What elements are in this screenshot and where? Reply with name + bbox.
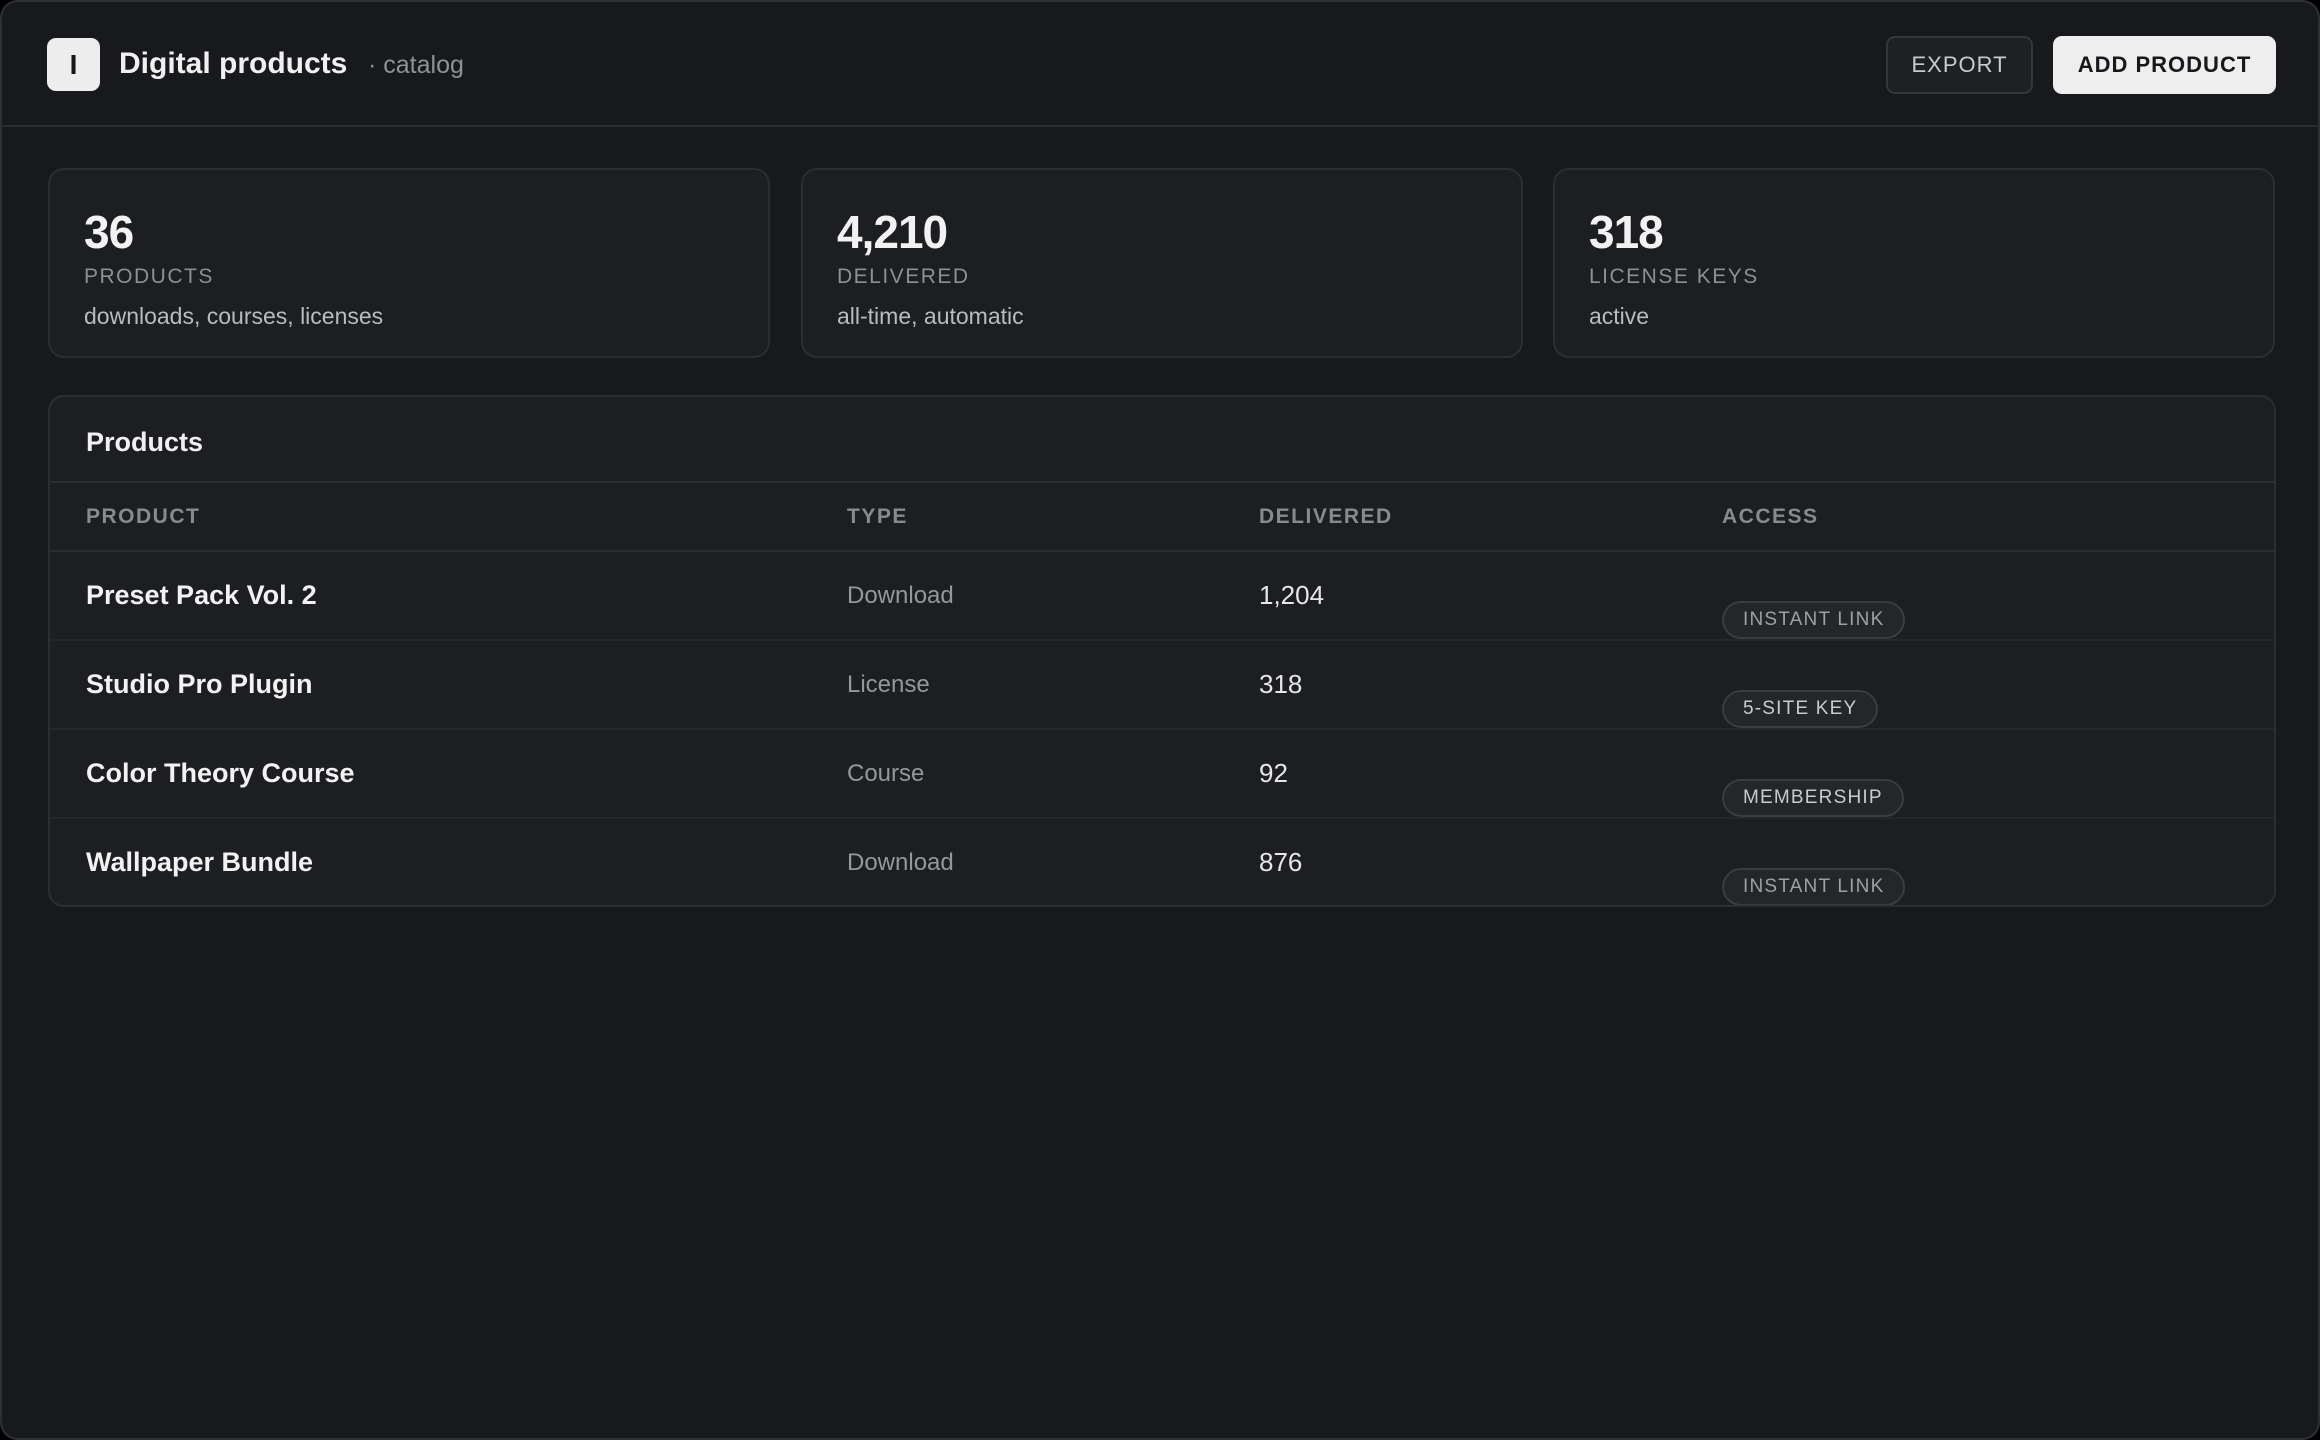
table-row[interactable]: Wallpaper Bundle Download 876 INSTANT LI…	[50, 819, 2274, 905]
products-panel: Products PRODUCT TYPE DELIVERED ACCESS P…	[48, 395, 2276, 907]
product-type: Download	[847, 582, 954, 609]
stat-card-delivered: 4,210 DELIVERED all-time, automatic	[801, 168, 1523, 358]
stat-card-products: 36 PRODUCTS downloads, courses, licenses	[48, 168, 770, 358]
page-title: Digital products	[119, 47, 348, 80]
table-row[interactable]: Preset Pack Vol. 2 Download 1,204 INSTAN…	[50, 552, 2274, 641]
product-type: License	[847, 671, 930, 698]
column-header-type[interactable]: TYPE	[847, 483, 908, 550]
stat-value: 36	[84, 206, 134, 258]
product-name[interactable]: Preset Pack Vol. 2	[86, 552, 317, 639]
access-badge: INSTANT LINK	[1722, 844, 1906, 905]
app-window: I Digital products · catalog EXPORT ADD …	[0, 0, 2320, 1440]
access-badge-label: 5-SITE KEY	[1722, 690, 1879, 728]
stat-card-license-keys: 318 LICENSE KEYS active	[1553, 168, 2275, 358]
stat-description: downloads, courses, licenses	[84, 303, 384, 329]
product-name[interactable]: Studio Pro Plugin	[86, 641, 312, 728]
access-badge-label: INSTANT LINK	[1722, 868, 1906, 905]
access-badge-label: MEMBERSHIP	[1722, 779, 1904, 817]
stat-label: DELIVERED	[837, 265, 970, 288]
table-header: PRODUCT TYPE DELIVERED ACCESS	[50, 481, 2274, 552]
stat-description: active	[1589, 303, 1650, 329]
stat-value: 318	[1589, 206, 1664, 258]
product-delivered: 876	[1259, 847, 1303, 877]
product-name[interactable]: Wallpaper Bundle	[86, 819, 313, 905]
product-name[interactable]: Color Theory Course	[86, 730, 355, 817]
table-row[interactable]: Studio Pro Plugin License 318 5-SITE KEY	[50, 641, 2274, 730]
add-product-button[interactable]: ADD PRODUCT	[2053, 36, 2276, 94]
stat-description: all-time, automatic	[837, 303, 1024, 329]
app-logo: I	[47, 38, 100, 91]
product-delivered: 92	[1259, 758, 1288, 788]
access-badge-label: INSTANT LINK	[1722, 601, 1906, 639]
export-button[interactable]: EXPORT	[1886, 36, 2033, 94]
product-delivered: 1,204	[1259, 580, 1325, 610]
product-delivered: 318	[1259, 669, 1303, 699]
page-subtitle: · catalog	[368, 51, 464, 79]
top-bar: I Digital products · catalog EXPORT ADD …	[2, 2, 2318, 127]
column-header-delivered[interactable]: DELIVERED	[1259, 483, 1393, 550]
stat-value: 4,210	[837, 206, 948, 258]
stat-label: PRODUCTS	[84, 265, 214, 288]
product-type: Course	[847, 760, 925, 787]
stat-label: LICENSE KEYS	[1589, 265, 1759, 288]
table-row[interactable]: Color Theory Course Course 92 MEMBERSHIP	[50, 730, 2274, 819]
column-header-access[interactable]: ACCESS	[1722, 483, 1819, 550]
products-title: Products	[86, 427, 204, 457]
product-type: Download	[847, 849, 954, 876]
column-header-product[interactable]: PRODUCT	[86, 483, 200, 550]
